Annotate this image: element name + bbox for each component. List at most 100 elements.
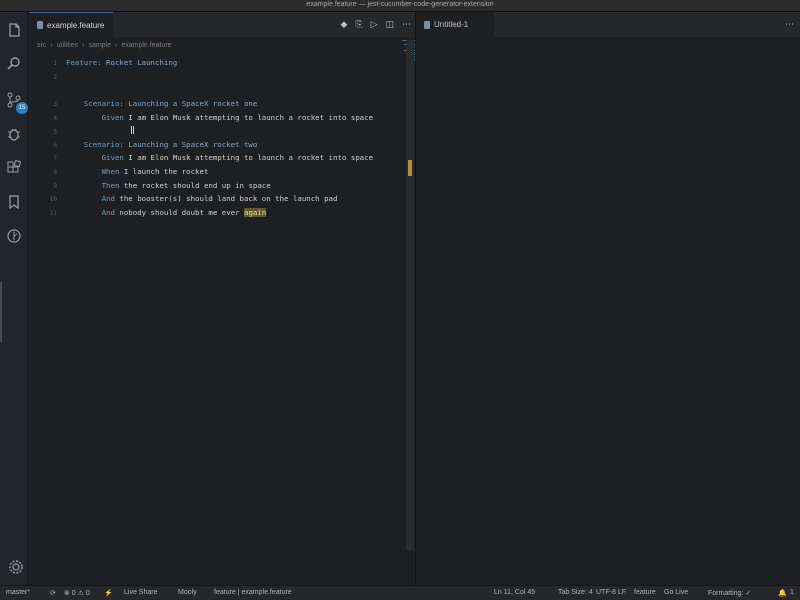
code-line[interactable]: 6 Scenario: Launching a SpaceX rocket tw… <box>29 139 409 152</box>
gherkin-keyword: And <box>66 208 120 217</box>
breadcrumb-item[interactable]: example.feature <box>121 42 171 49</box>
gherkin-keyword: Scenario: <box>66 140 129 149</box>
source-control-badge: 15 <box>16 102 28 114</box>
gherkin-keyword: When <box>66 167 124 176</box>
encoding[interactable]: UTF-8 <box>596 589 616 596</box>
editor-actions: ◆ ⎘ ▷ ◫ ⋯ <box>340 12 411 37</box>
line-number: 11 <box>49 210 57 217</box>
gherkin-keyword: Feature: <box>66 58 107 67</box>
tab-example-feature[interactable]: example.feature <box>29 12 113 37</box>
code-text: And nobody should doubt me ever again <box>66 208 267 217</box>
tab-untitled-1[interactable]: Untitled-1 <box>416 12 494 37</box>
code-token: I am Elon Musk attempting to launch a ro… <box>128 153 374 162</box>
notification-count[interactable]: 1 <box>790 589 794 596</box>
code-line[interactable]: 8 When I launch the rocket <box>29 166 409 179</box>
scroll-indicator <box>0 282 2 342</box>
code-line[interactable]: 1 Feature: Rocket Launching <box>29 57 409 70</box>
git-action-icon[interactable]: ◆ <box>340 20 347 30</box>
code-line[interactable]: 2 <box>29 71 409 84</box>
title-bar: example.feature — jest-cucumber-code-gen… <box>0 0 800 12</box>
code-line[interactable]: 7 Given I am Elon Musk attempting to lau… <box>29 152 409 165</box>
code-line[interactable]: 5 <box>29 126 409 139</box>
problems-indicator[interactable]: ⊗ 0 ⚠ 0 <box>64 589 90 597</box>
activity-bar: 15 <box>0 12 28 585</box>
code-token: the booster(s) should land back on the l… <box>119 194 338 203</box>
extensions-icon[interactable] <box>4 158 24 178</box>
files-icon[interactable] <box>4 20 24 40</box>
code-editor[interactable]: 1 Feature: Rocket Launching 2 3 Scenario: L… <box>29 52 409 552</box>
code-text: Given I am Elon Musk attempting to launc… <box>66 153 373 162</box>
highlighted-text: again <box>244 208 267 217</box>
branch-indicator[interactable]: master* <box>6 589 30 596</box>
line-number: 10 <box>49 196 57 203</box>
code-token: I launch the rocket <box>123 167 209 176</box>
formatting-status[interactable]: Formatting: ✓ <box>708 589 751 597</box>
gear-icon[interactable] <box>6 557 26 577</box>
run-icon[interactable]: ▷ <box>371 20 378 30</box>
bug-icon[interactable] <box>4 124 24 144</box>
gherkin-keyword: And <box>66 194 120 203</box>
compare-icon[interactable]: ⎘ <box>355 20 362 30</box>
file-path[interactable]: feature | example.feature <box>214 589 292 596</box>
gherkin-keyword: Then <box>66 181 124 190</box>
breadcrumb-item[interactable]: utilities <box>57 42 78 49</box>
line-number: 4 <box>53 115 57 122</box>
code-token: the rocket should end up in space <box>123 181 271 190</box>
tab-label: example.feature <box>47 20 105 30</box>
sync-icon[interactable]: ⟳ <box>50 589 56 597</box>
vertical-scrollbar[interactable] <box>406 40 414 550</box>
tab-bar-right: Untitled-1 ⋯ <box>416 12 800 37</box>
line-number: 8 <box>53 169 57 176</box>
bell-icon[interactable]: 🔔 <box>778 589 787 597</box>
bookmark-icon[interactable] <box>4 192 24 212</box>
language-mode[interactable]: feature <box>634 589 656 596</box>
code-line[interactable]: 10 And the booster(s) should land back o… <box>29 193 409 206</box>
editor-group-right: Untitled-1 ⋯ <box>415 12 800 585</box>
file-icon <box>37 21 43 29</box>
code-token: Rocket Launching <box>106 58 178 67</box>
code-text: Given I am Elon Musk attempting to launc… <box>66 113 373 122</box>
code-text: When I launch the rocket <box>66 167 209 176</box>
code-line[interactable]: 9 Then the rocket should end up in space <box>29 180 409 193</box>
code-text: And the booster(s) should land back on t… <box>66 194 338 203</box>
more-actions-icon[interactable]: ⋯ <box>402 20 411 30</box>
git-icon[interactable] <box>4 226 24 246</box>
tab-bar: example.feature ◆ ⎘ ▷ ◫ ⋯ <box>29 12 415 37</box>
scrollbar-marker <box>408 160 412 176</box>
gherkin-keyword: Scenario: <box>66 99 129 108</box>
code-line[interactable]: 3 Scenario: Launching a SpaceX rocket on… <box>29 98 409 111</box>
cursor-position[interactable]: Ln 11, Col 45 <box>494 589 535 596</box>
breadcrumb-item[interactable]: sample <box>88 42 111 49</box>
gherkin-keyword: Given <box>66 113 129 122</box>
code-text: Scenario: Launching a SpaceX rocket two <box>66 140 258 149</box>
mooly-button[interactable]: Mooly <box>178 589 197 596</box>
go-live-button[interactable]: Go Live <box>664 589 688 596</box>
end-of-line[interactable]: LF <box>618 589 626 596</box>
mouse-cursor <box>131 126 134 134</box>
window-title: example.feature — jest-cucumber-code-gen… <box>306 1 494 8</box>
status-bar: master* ⟳ ⊗ 0 ⚠ 0 ⚡ Live Share Mooly fea… <box>0 585 800 600</box>
lightning-icon[interactable]: ⚡ <box>104 589 113 597</box>
code-text: Scenario: Launching a SpaceX rocket one <box>66 99 258 108</box>
line-number: 2 <box>53 74 57 81</box>
line-number: 3 <box>53 101 57 108</box>
code-line[interactable]: 11 And nobody should doubt me ever again <box>29 207 409 220</box>
line-number: 9 <box>53 183 57 190</box>
editor-group-left: example.feature ◆ ⎘ ▷ ◫ ⋯ src › utilities… <box>29 12 430 585</box>
search-icon[interactable] <box>4 54 24 74</box>
split-editor-icon[interactable]: ◫ <box>385 20 394 30</box>
source-control-icon[interactable]: 15 <box>4 90 28 114</box>
code-text: Then the rocket should end up in space <box>66 181 271 190</box>
code-token: nobody should doubt me ever <box>119 208 244 217</box>
tab-label: Untitled-1 <box>434 20 469 29</box>
tab-size[interactable]: Tab Size: 4 <box>558 589 593 596</box>
live-share-button[interactable]: Live Share <box>124 589 157 596</box>
breadcrumb: src › utilities › sample › example.feature <box>37 41 172 49</box>
line-number: 1 <box>53 60 57 67</box>
breadcrumb-item[interactable]: src <box>37 42 46 49</box>
code-token: Launching a SpaceX rocket two <box>128 140 258 149</box>
code-token: Launching a SpaceX rocket one <box>128 99 258 108</box>
more-actions-icon[interactable]: ⋯ <box>785 12 794 37</box>
gherkin-keyword: Given <box>66 153 129 162</box>
code-line[interactable]: 4 Given I am Elon Musk attempting to lau… <box>29 112 409 125</box>
